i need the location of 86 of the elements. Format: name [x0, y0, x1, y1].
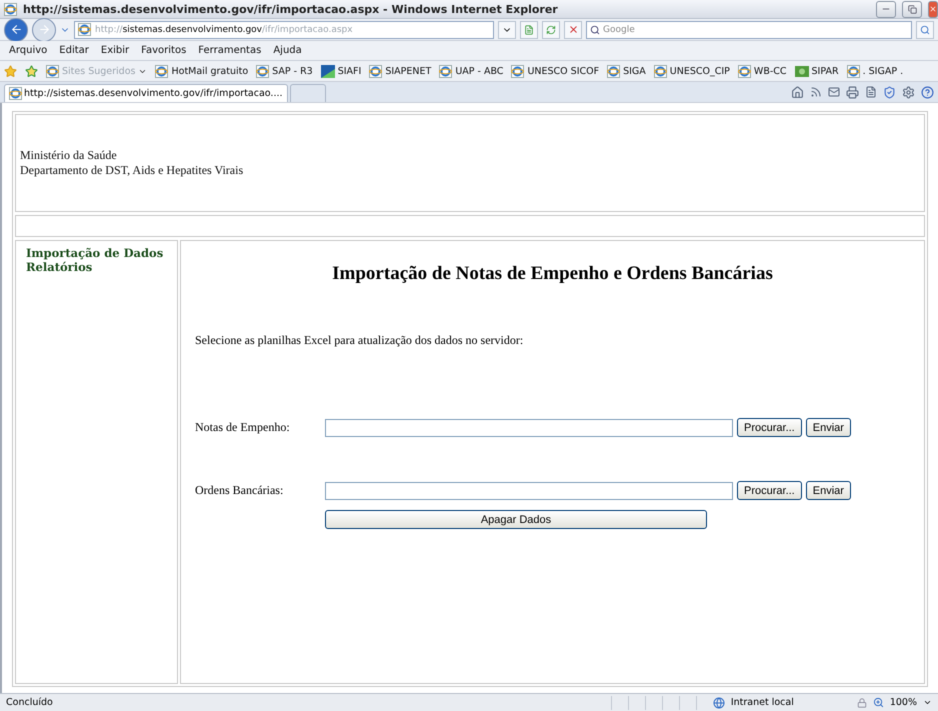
- search-icon: [920, 24, 930, 34]
- browser-page-icon: [846, 64, 860, 78]
- favorites-link[interactable]: . SIGAP .: [846, 64, 904, 78]
- browser-page-icon: [654, 64, 667, 78]
- restore-icon: [908, 4, 916, 14]
- search-placeholder: Google: [603, 24, 635, 34]
- zoom-dropdown-icon[interactable]: [923, 698, 932, 707]
- send-button[interactable]: Enviar: [806, 481, 851, 500]
- menu-item[interactable]: Editar: [54, 45, 94, 56]
- zoom-level-text[interactable]: 100%: [890, 697, 917, 708]
- browser-page-icon: [256, 64, 270, 78]
- menu-item[interactable]: Ferramentas: [193, 45, 266, 56]
- settings-icon[interactable]: [902, 86, 915, 98]
- file-input[interactable]: [325, 482, 733, 500]
- menu-item[interactable]: Exibir: [96, 45, 134, 56]
- browser-page-icon: [46, 64, 59, 78]
- browser-page-icon: [738, 64, 751, 78]
- window-title: http://sistemas.desenvolvimento.gov/ifr/importacao.aspx - Windows Internet Explorer: [23, 2, 559, 16]
- browser-page-icon: [607, 64, 620, 78]
- favorites-link[interactable]: UAP - ABC: [439, 64, 504, 78]
- sidebar-link[interactable]: Relatórios: [26, 260, 92, 274]
- favorites-link[interactable]: SIAPENET: [369, 64, 432, 78]
- favorites-link[interactable]: SIGA: [607, 64, 646, 78]
- menu-item[interactable]: Ajuda: [268, 45, 307, 56]
- favorites-link[interactable]: SIAFI: [320, 64, 362, 78]
- browser-tab[interactable]: http://sistemas.desenvolvimento.gov/ifr/importacao....: [4, 84, 288, 102]
- send-button[interactable]: Enviar: [806, 418, 851, 437]
- file-input[interactable]: [325, 418, 733, 436]
- forward-button[interactable]: [32, 18, 56, 42]
- search-button[interactable]: [916, 20, 934, 38]
- instructions-text: Selecione as planilhas Excel para atualização dos dados no servidor:: [195, 333, 524, 348]
- browse-button[interactable]: Procurar...: [737, 418, 802, 437]
- close-button[interactable]: [928, 0, 938, 18]
- zone-text: Intranet local: [730, 697, 795, 708]
- restore-button[interactable]: [902, 0, 922, 18]
- favorites-link[interactable]: UNESCO SICOF: [511, 64, 600, 78]
- money-icon: [794, 66, 809, 76]
- search-icon: [590, 24, 600, 34]
- help-icon[interactable]: [921, 86, 934, 98]
- browse-button[interactable]: Procurar...: [737, 481, 802, 500]
- back-arrow-icon: [10, 23, 22, 36]
- favorites-link[interactable]: UNESCO_CIP: [654, 64, 730, 78]
- menu-item[interactable]: Arquivo: [4, 45, 52, 56]
- home-icon[interactable]: [791, 86, 804, 98]
- globe-icon: [712, 696, 725, 708]
- close-icon: [929, 5, 937, 13]
- browser-logo-icon: [4, 2, 17, 16]
- minimize-button[interactable]: [876, 0, 896, 18]
- browser-page-icon: [78, 23, 91, 36]
- browser-page-icon: [369, 64, 382, 78]
- menu-item[interactable]: Favoritos: [136, 45, 192, 56]
- favorites-link[interactable]: SAP - R3: [256, 64, 313, 78]
- add-favorites-icon[interactable]: [25, 64, 38, 78]
- close-icon: [568, 24, 578, 35]
- header-text: Ministério da Saúde: [20, 148, 118, 163]
- refresh-button[interactable]: [542, 20, 560, 38]
- shield-icon[interactable]: [883, 86, 896, 98]
- back-button[interactable]: [4, 18, 28, 42]
- feeds-icon[interactable]: [810, 86, 822, 98]
- browser-page-icon: [9, 87, 22, 100]
- zoom-icon[interactable]: [872, 697, 884, 708]
- clear-data-button[interactable]: Apagar Dados: [325, 510, 707, 529]
- favorites-link[interactable]: SIPAR: [794, 66, 839, 76]
- stop-button[interactable]: [564, 20, 582, 38]
- upload-label: Notas de Empenho:: [195, 420, 291, 435]
- upload-label: Ordens Bancárias:: [195, 483, 284, 498]
- favorites-link[interactable]: WB-CC: [738, 64, 787, 78]
- sidebar-link[interactable]: Importação de Dados: [26, 246, 164, 260]
- address-field[interactable]: http://sistemas.desenvolvimento.gov/ifr/importacao.aspx: [74, 20, 494, 38]
- favorites-star-icon[interactable]: [4, 64, 17, 78]
- protected-mode-icon[interactable]: [856, 698, 867, 708]
- mail-icon[interactable]: [828, 86, 840, 98]
- compatibility-view-button[interactable]: [520, 20, 538, 38]
- page-icon: [524, 24, 534, 34]
- favorites-link[interactable]: HotMail gratuito: [155, 64, 248, 78]
- page-icon[interactable]: [865, 86, 877, 98]
- header-text: Departamento de DST, Aids e Hepatites Virais: [20, 163, 244, 178]
- page-title: Importação de Notas de Empenho e Ordens Bancárias: [331, 263, 774, 285]
- status-text: Concluído: [6, 697, 54, 708]
- refresh-icon: [546, 24, 556, 34]
- browser-page-icon: [439, 64, 452, 78]
- browser-page-icon: [155, 64, 168, 78]
- browser-page-icon: [511, 64, 524, 78]
- print-icon[interactable]: [846, 86, 859, 98]
- forward-arrow-icon: [38, 23, 50, 36]
- search-field[interactable]: Google: [586, 20, 912, 38]
